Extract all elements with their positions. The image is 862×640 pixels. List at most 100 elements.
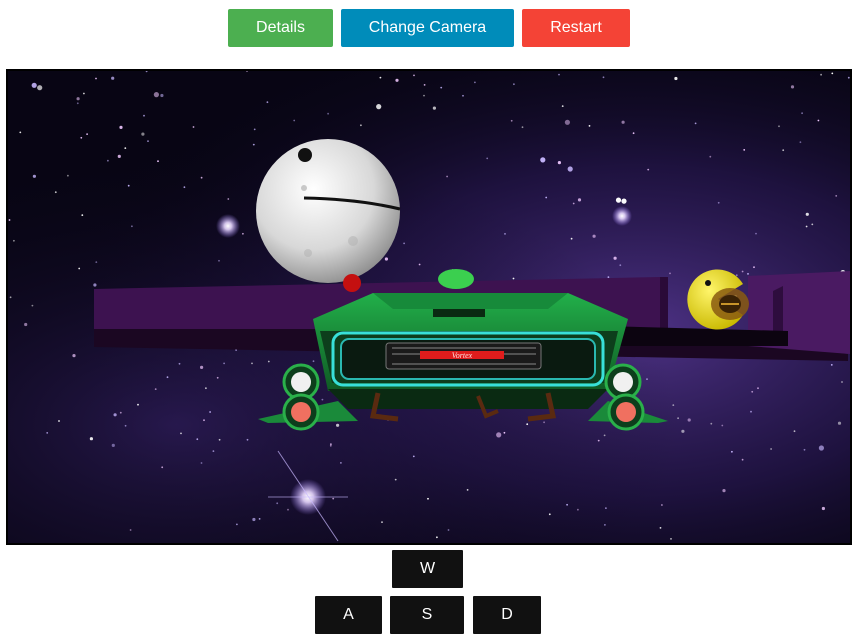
star (196, 438, 199, 441)
star (258, 518, 261, 520)
details-button[interactable]: Details (228, 9, 333, 47)
star (647, 168, 650, 171)
star (330, 443, 332, 446)
star (557, 161, 562, 165)
star (89, 437, 93, 441)
star (336, 423, 340, 427)
star (743, 149, 746, 151)
star (646, 378, 648, 380)
star (820, 73, 822, 76)
star (209, 411, 212, 413)
star (394, 478, 397, 481)
star (403, 242, 405, 245)
star (440, 86, 443, 89)
star (340, 462, 342, 464)
star (246, 438, 249, 441)
star (143, 114, 145, 117)
star (621, 120, 625, 124)
star (8, 219, 11, 221)
star (37, 85, 43, 91)
star (24, 322, 28, 327)
star (93, 283, 97, 287)
star (13, 239, 15, 242)
star (588, 125, 591, 127)
star (607, 276, 610, 278)
star (504, 233, 506, 235)
star (710, 422, 713, 425)
star (741, 458, 744, 461)
star (200, 365, 204, 369)
change-camera-button[interactable]: Change Camera (341, 9, 514, 47)
star (107, 159, 109, 162)
star (423, 94, 425, 97)
star (731, 450, 733, 453)
star (558, 73, 560, 76)
moon-enemy (256, 139, 401, 283)
star (672, 404, 675, 406)
star (835, 195, 838, 197)
star (803, 448, 806, 451)
star (32, 174, 36, 178)
star (799, 141, 802, 144)
star (227, 198, 230, 200)
star (510, 119, 513, 122)
star (790, 85, 795, 89)
star (566, 503, 568, 506)
star (830, 364, 833, 366)
star (141, 132, 145, 136)
star (180, 432, 182, 435)
star (376, 104, 382, 110)
star (119, 411, 122, 414)
star (632, 132, 635, 135)
star (218, 259, 220, 262)
star (619, 264, 622, 267)
star (837, 421, 842, 425)
star (592, 234, 596, 238)
star (717, 201, 720, 204)
star (166, 376, 169, 379)
star (81, 214, 84, 217)
star (521, 126, 524, 129)
star (818, 445, 825, 451)
star (86, 133, 88, 135)
star (251, 362, 253, 365)
star (770, 448, 772, 450)
star (129, 529, 132, 531)
star (293, 119, 296, 122)
star (46, 432, 49, 434)
star (805, 225, 808, 228)
game-canvas[interactable]: Vortex (6, 69, 852, 545)
star (793, 430, 796, 433)
star (113, 413, 117, 417)
star (462, 94, 464, 97)
star-flare (216, 214, 240, 238)
key-d-button[interactable]: D (473, 596, 541, 634)
key-s-button[interactable]: S (390, 596, 464, 634)
star (436, 536, 438, 539)
star (157, 160, 159, 163)
restart-button[interactable]: Restart (522, 9, 630, 47)
star (577, 198, 582, 202)
star (570, 237, 573, 240)
star (694, 122, 697, 125)
star (757, 387, 759, 390)
star (111, 76, 115, 80)
star (329, 444, 332, 447)
star (178, 362, 181, 365)
star (513, 83, 515, 86)
star (58, 420, 60, 422)
star (687, 418, 691, 422)
star (200, 462, 203, 464)
star (503, 431, 506, 434)
star (95, 77, 97, 80)
star (266, 101, 269, 104)
star (545, 196, 548, 199)
star (561, 105, 564, 107)
key-w-button[interactable]: W (392, 550, 463, 588)
star (847, 76, 850, 79)
star (709, 155, 712, 158)
key-a-button[interactable]: A (315, 596, 382, 634)
star (95, 261, 98, 263)
star (801, 112, 803, 115)
star (572, 202, 575, 205)
